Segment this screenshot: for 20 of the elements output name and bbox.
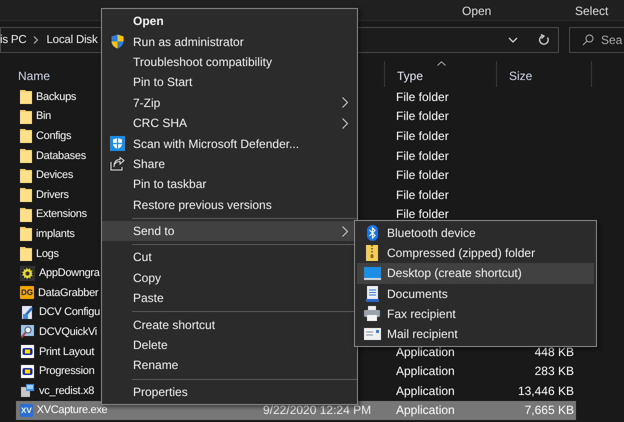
file-size: 283 KB — [534, 364, 574, 378]
file-type: File folder — [396, 188, 449, 202]
date-modified: 9/22/2020 12:24 PM — [263, 403, 372, 418]
app-icon: XV — [20, 404, 33, 417]
file-type: Application — [396, 384, 455, 398]
file-type: File folder — [396, 90, 449, 104]
file-type: File folder — [396, 109, 449, 124]
file-size: 7,665 KB — [524, 403, 574, 418]
ribbon-group-label: Open — [462, 4, 492, 18]
ribbon-group-label: Select — [575, 4, 608, 18]
file-type: Application — [396, 403, 455, 418]
file-size: 13,446 KB — [518, 384, 574, 398]
file-type: File folder — [396, 207, 449, 222]
file-type: Application — [396, 364, 455, 378]
file-type: File folder — [396, 128, 449, 143]
app-icon: DG — [20, 286, 34, 300]
file-type: Application — [396, 344, 455, 359]
file-type: File folder — [396, 168, 449, 182]
file-type: File folder — [396, 148, 449, 163]
file-size: 448 KB — [534, 344, 574, 359]
